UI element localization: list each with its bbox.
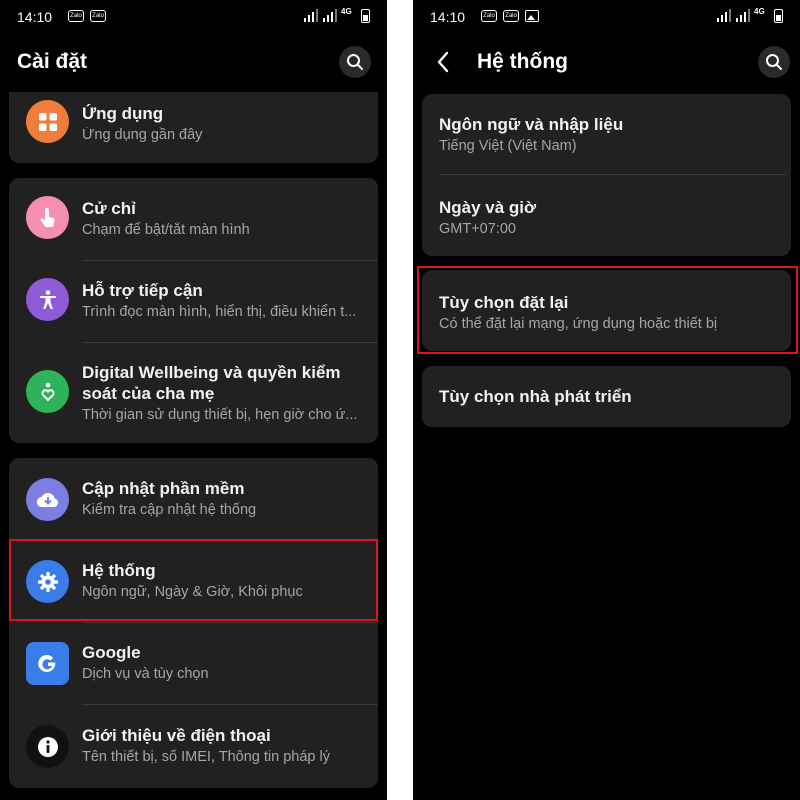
notification-icons: Zalo Zalo [68,10,106,22]
item-title: Giới thiệu về điện thoại [82,726,271,745]
settings-item-software-update[interactable]: Cập nhật phần mềm Kiểm tra cập nhật hệ t… [9,458,378,540]
signal-icon [717,9,731,22]
network-type: 4G [341,7,352,16]
item-subtitle: GMT+07:00 [439,221,516,237]
signal-icon [304,9,318,22]
settings-group-system: Cập nhật phần mềm Kiểm tra cập nhật hệ t… [9,458,378,788]
system-group-language-time: Ngôn ngữ và nhập liệu Tiếng Việt (Việt N… [422,94,791,256]
status-time: 14:10 [430,9,466,25]
item-subtitle: Chạm để bật/tắt màn hình [82,222,250,238]
zalo-notification-icon: Zalo [503,10,519,22]
settings-item-apps[interactable]: Ứng dụng Ứng dụng gần đây [9,92,378,163]
zalo-notification-icon: Zalo [90,10,106,22]
chevron-left-icon [437,51,449,73]
item-subtitle: Ứng dụng gần đây [82,127,203,143]
back-button[interactable] [431,48,455,76]
page-title: Hệ thống [477,50,568,73]
settings-item-about-phone[interactable]: Giới thiệu về điện thoại Tên thiết bị, s… [9,704,378,788]
battery-icon [361,9,370,23]
settings-item-date-time[interactable]: Ngày và giờ GMT+07:00 [422,174,791,256]
item-title-line2: soát của cha mẹ [82,384,215,403]
zalo-notification-icon: Zalo [481,10,497,22]
system-group-developer: Tùy chọn nhà phát triển [422,366,791,427]
status-bar: 14:10 Zalo Zalo 4G [413,0,800,32]
wellbeing-heart-icon [26,370,69,413]
search-icon [766,54,782,70]
settings-group-interaction: Cử chỉ Chạm để bật/tắt màn hình Hỗ trợ t… [9,178,378,443]
system-screen: 14:10 Zalo Zalo 4G Hệ thống Ngôn ngữ và … [413,0,800,800]
highlight-box [9,539,378,621]
item-title-line1: Digital Wellbeing và quyền kiểm [82,363,341,382]
touch-hand-icon [26,196,69,239]
search-icon [347,54,363,70]
item-title: Ngôn ngữ và nhập liệu [439,115,624,134]
highlight-box [417,266,798,354]
settings-group-apps: Ứng dụng Ứng dụng gần đây [9,92,378,163]
signal-icon [323,9,337,22]
settings-item-google[interactable]: Google Dịch vụ và tùy chọn [9,622,378,704]
google-g-icon [26,642,69,685]
item-title: Tùy chọn nhà phát triển [439,387,632,406]
search-button[interactable] [758,46,790,78]
info-icon [26,725,69,768]
page-title: Cài đặt [17,50,88,73]
item-title: Cập nhật phần mềm [82,479,245,498]
notification-icons: Zalo Zalo [481,10,539,22]
item-title: Cử chỉ [82,199,136,218]
signal-icon [736,9,750,22]
cloud-download-icon [26,478,69,521]
item-title: Hỗ trợ tiếp cận [82,281,203,300]
item-subtitle: Dịch vụ và tùy chọn [82,666,209,682]
item-title: Ứng dụng [82,104,164,123]
status-time: 14:10 [17,9,53,25]
accessibility-icon [26,278,69,321]
settings-screen: 14:10 Zalo Zalo 4G Cài đặt Ứng dụng Ứng … [0,0,387,800]
search-button[interactable] [339,46,371,78]
settings-item-language-input[interactable]: Ngôn ngữ và nhập liệu Tiếng Việt (Việt N… [422,94,791,174]
item-subtitle: Thời gian sử dụng thiết bị, hẹn giờ cho … [82,407,358,423]
battery-icon [774,9,783,23]
settings-item-gestures[interactable]: Cử chỉ Chạm để bật/tắt màn hình [9,178,378,260]
item-title: Ngày và giờ [439,198,537,217]
settings-item-digital-wellbeing[interactable]: Digital Wellbeing và quyền kiểm soát của… [9,342,378,443]
item-subtitle: Tiếng Việt (Việt Nam) [439,138,577,154]
item-subtitle: Kiểm tra cập nhật hệ thống [82,502,257,518]
network-type: 4G [754,7,765,16]
settings-item-developer-options[interactable]: Tùy chọn nhà phát triển [422,366,791,427]
status-bar: 14:10 Zalo Zalo 4G [0,0,387,32]
item-subtitle: Tên thiết bị, số IMEI, Thông tin pháp lý [82,749,330,765]
item-title: Google [82,643,141,662]
zalo-notification-icon: Zalo [68,10,84,22]
item-subtitle: Trình đọc màn hình, hiển thị, điều khiển… [82,304,357,320]
apps-grid-icon [26,100,69,143]
image-notification-icon [525,10,539,22]
settings-item-accessibility[interactable]: Hỗ trợ tiếp cận Trình đọc màn hình, hiển… [9,260,378,342]
